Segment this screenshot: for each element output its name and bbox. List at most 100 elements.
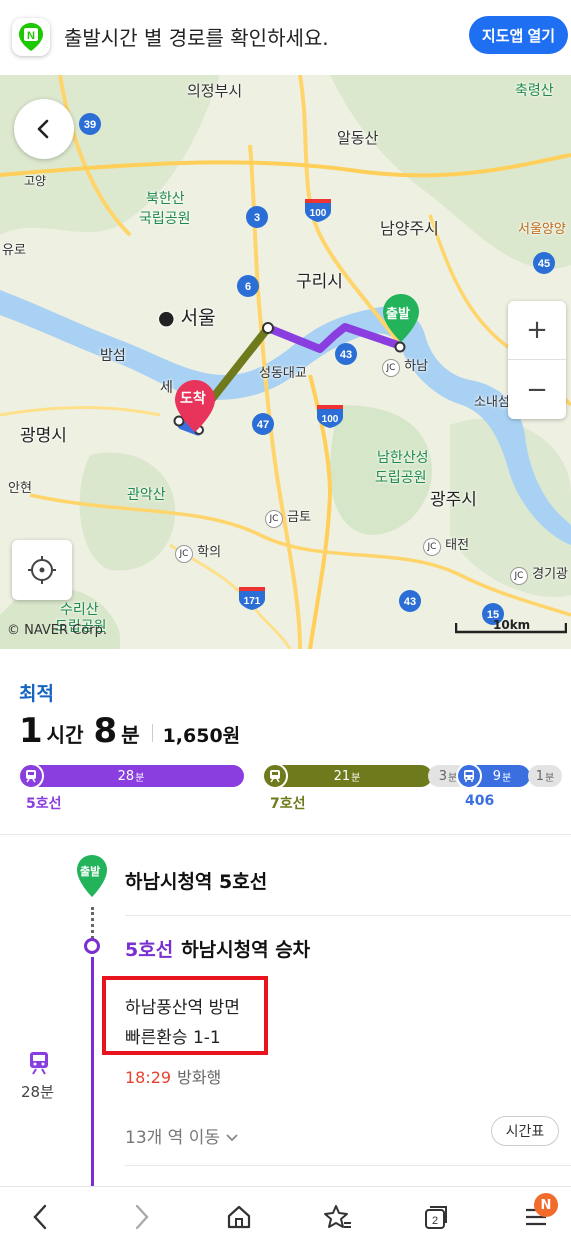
map-label: 축령산 bbox=[515, 83, 554, 99]
board-step[interactable]: 5호선 하남시청역 승차 bbox=[125, 935, 310, 962]
svg-text:47: 47 bbox=[257, 419, 269, 431]
nav-tabs-button[interactable]: 2 bbox=[406, 1187, 466, 1246]
map-label: JC 금토 bbox=[265, 506, 311, 528]
map-label: 알동산 bbox=[337, 129, 379, 147]
map-label-hanam: 하남 bbox=[404, 359, 429, 374]
star-icon bbox=[324, 1204, 351, 1228]
map-label: JC 경기광 bbox=[510, 563, 568, 585]
route-map[interactable]: 39 100 3 6 43 45 47 100 171 43 15 의정부시 알… bbox=[0, 75, 571, 649]
crosshair-icon bbox=[28, 556, 56, 584]
hours-value: 1 bbox=[19, 711, 43, 751]
map-label-geumto: 금토 bbox=[287, 510, 312, 525]
svg-text:2: 2 bbox=[432, 1215, 438, 1227]
map-label: 구리시 bbox=[296, 272, 343, 292]
board-station-text: 하남시청역 승차 bbox=[181, 939, 311, 961]
zoom-out-button[interactable]: − bbox=[508, 360, 566, 419]
nav-back-button[interactable] bbox=[10, 1187, 70, 1246]
notification-badge: N bbox=[534, 1193, 558, 1217]
line5-track bbox=[91, 957, 94, 1197]
segment-line5: 28 분 bbox=[18, 765, 244, 787]
subway-icon bbox=[30, 1052, 48, 1075]
zoom-control: + − bbox=[508, 301, 566, 419]
map-copyright: © NAVER Corp. bbox=[7, 623, 107, 638]
chevron-down-icon bbox=[226, 1134, 239, 1142]
route-shield-icon: 45 bbox=[533, 252, 555, 274]
min-unit: 분 bbox=[502, 772, 512, 784]
timetable-button[interactable]: 시간표 bbox=[491, 1116, 559, 1146]
map-label: 관악산 bbox=[127, 487, 166, 503]
map-label: 광명시 bbox=[20, 426, 67, 446]
map-label-haki: 학의 bbox=[197, 545, 222, 560]
bus-label: 406 bbox=[465, 793, 495, 809]
map-label: 서울양양 bbox=[518, 222, 566, 237]
next-train-destination: 방화행 bbox=[177, 1068, 222, 1087]
zoom-in-button[interactable]: + bbox=[508, 301, 566, 360]
svg-text:171: 171 bbox=[244, 596, 261, 607]
map-label: 국립공원 bbox=[139, 211, 191, 227]
svg-text:6: 6 bbox=[245, 281, 251, 293]
board-point-icon bbox=[84, 938, 100, 954]
map-label-seoul: ● 서울 bbox=[158, 307, 216, 329]
map-label-gyeonggi: 경기광 bbox=[532, 567, 569, 582]
fare-value: 1,650원 bbox=[162, 725, 241, 747]
map-label: JC 하남 bbox=[382, 355, 428, 377]
svg-text:43: 43 bbox=[340, 349, 352, 361]
next-train-time: 18:29 bbox=[125, 1068, 172, 1087]
map-label: 남한산성 bbox=[377, 450, 429, 466]
min-unit: 분 bbox=[135, 772, 145, 784]
start-pin-label: 출발 bbox=[80, 865, 101, 878]
current-location-button[interactable] bbox=[12, 540, 72, 600]
home-icon bbox=[227, 1205, 251, 1228]
expressway-shield-icon: 171 bbox=[239, 587, 265, 610]
nav-forward-button[interactable] bbox=[112, 1187, 172, 1246]
browser-navbar: 2 bbox=[0, 1186, 571, 1245]
segment-line7-min: 21 bbox=[333, 768, 351, 784]
route-steps: 출발 하남시청역 5호선 5호선 하남시청역 승차 하남풍산역 방면 빠른환승 1… bbox=[0, 834, 571, 1197]
map-label: 소내섬 bbox=[474, 395, 510, 410]
map-label: 세 bbox=[160, 380, 173, 396]
svg-text:43: 43 bbox=[404, 596, 416, 608]
segment-walk: 1분 bbox=[528, 765, 562, 787]
end-pin-label: 도착 bbox=[180, 391, 206, 407]
svg-text:100: 100 bbox=[310, 208, 327, 219]
tabs-icon: 2 bbox=[425, 1205, 447, 1229]
minutes-value: 8 bbox=[93, 711, 118, 751]
direction-text: 하남풍산역 방면 bbox=[125, 998, 240, 1018]
divider bbox=[151, 724, 153, 742]
quick-transfer-text: 빠른환승 1-1 bbox=[125, 1028, 221, 1048]
start-station-name: 하남시청역 5호선 bbox=[125, 871, 268, 893]
svg-text:45: 45 bbox=[538, 258, 550, 270]
nav-menu-button[interactable] bbox=[506, 1187, 566, 1246]
nav-bookmarks-button[interactable] bbox=[308, 1187, 368, 1246]
expressway-shield-icon: 100 bbox=[305, 199, 331, 222]
segment-line5-min: 28 bbox=[117, 768, 135, 784]
line7-label: 7호선 bbox=[270, 796, 306, 812]
line5-label: 5호선 bbox=[26, 796, 62, 812]
divider bbox=[125, 915, 571, 916]
total-time: 1 시간 8 분 1,650원 bbox=[19, 711, 240, 751]
map-label-seoul-text: 서울 bbox=[180, 307, 216, 329]
map-label: 북한산 bbox=[146, 191, 185, 207]
start-pin-label: 출발 bbox=[386, 307, 410, 322]
best-route-label: 최적 bbox=[19, 683, 54, 705]
svg-text:39: 39 bbox=[84, 119, 96, 131]
expressway-shield-icon: 100 bbox=[317, 405, 343, 428]
back-button[interactable] bbox=[14, 99, 74, 159]
nav-home-button[interactable] bbox=[209, 1187, 269, 1246]
route-shield-icon: 43 bbox=[335, 343, 357, 365]
next-train: 18:29 방화행 bbox=[125, 1064, 221, 1088]
hours-unit: 시간 bbox=[46, 723, 84, 747]
divider bbox=[125, 1165, 571, 1166]
route-shield-icon: 47 bbox=[252, 413, 274, 435]
naver-map-logo-icon: N bbox=[12, 18, 50, 56]
open-map-app-button[interactable]: 지도앱 열기 bbox=[469, 16, 568, 54]
map-scale-label: 10km bbox=[493, 618, 531, 632]
map-label: 고양 bbox=[24, 174, 47, 188]
stops-moved-toggle[interactable]: 13개 역 이동 bbox=[125, 1123, 239, 1148]
segment-bus-min: 9 bbox=[492, 768, 502, 784]
map-label: 의정부시 bbox=[187, 82, 243, 100]
segment-transfer-min: 3 bbox=[438, 768, 448, 784]
route-shield-icon: 3 bbox=[246, 206, 268, 228]
chevron-left-icon bbox=[37, 119, 49, 139]
min-unit: 분 bbox=[351, 772, 361, 784]
